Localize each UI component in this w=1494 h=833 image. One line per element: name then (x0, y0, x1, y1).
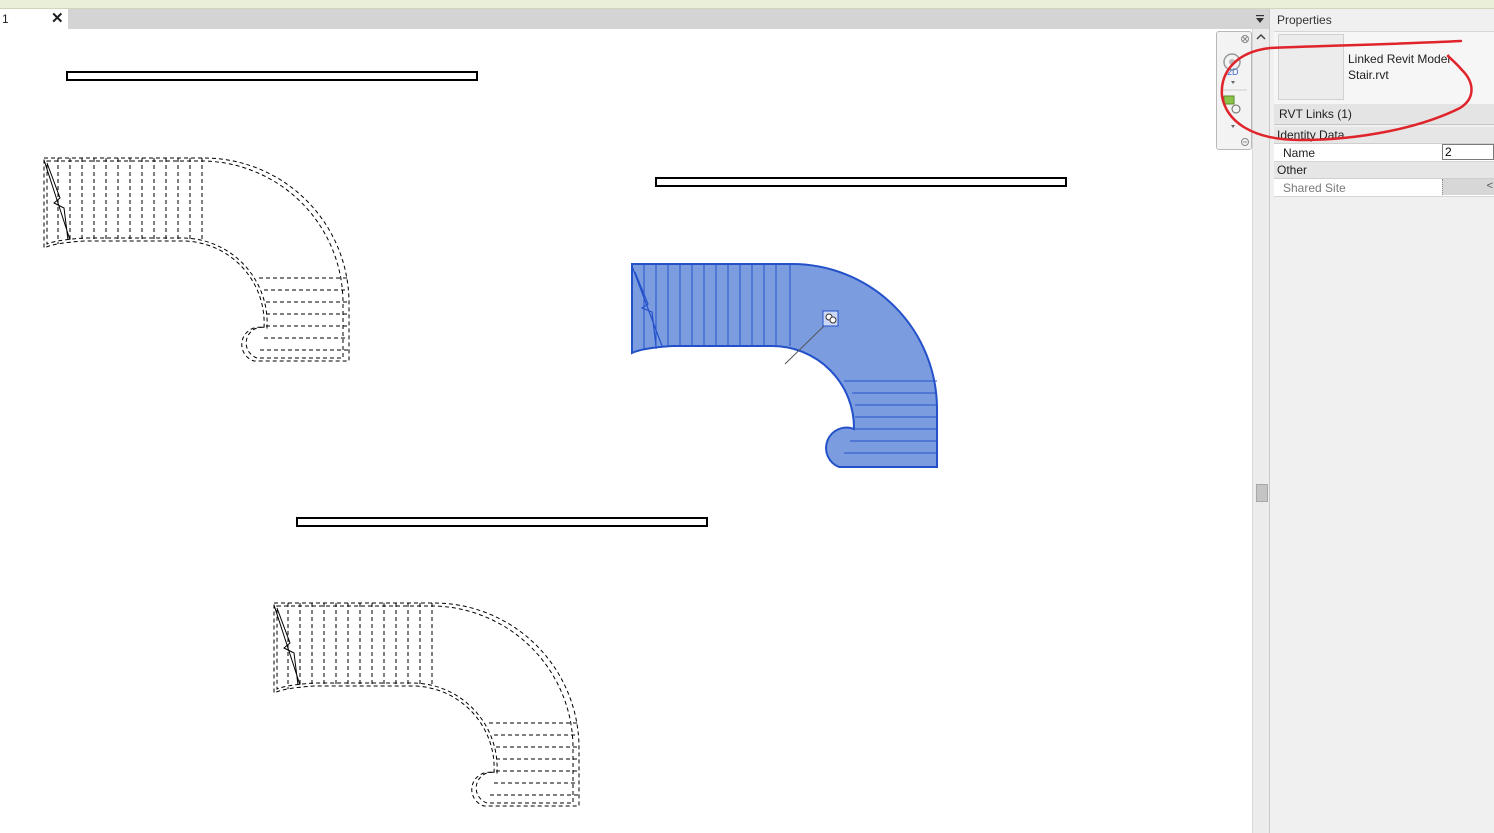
stair-linked-1[interactable] (43, 157, 350, 362)
wall-2[interactable] (655, 177, 1067, 187)
param-row-shared-site: Shared Site < (1274, 179, 1494, 197)
customize-icon[interactable] (1241, 138, 1249, 146)
group-label: Other (1277, 163, 1308, 177)
instance-filter-label: RVT Links (1) (1279, 107, 1352, 121)
param-label-shared-site: Shared Site (1283, 181, 1346, 195)
navigation-bar: 2D (1216, 31, 1252, 150)
zoom-region-icon[interactable] (1223, 95, 1241, 128)
group-other[interactable]: Other (1274, 162, 1494, 179)
close-icon[interactable] (1241, 35, 1249, 43)
wall-3[interactable] (296, 517, 708, 527)
wall-1[interactable] (66, 71, 478, 81)
shared-site-button-glyph: < (1486, 180, 1493, 192)
instance-filter-dropdown[interactable]: RVT Links (1) (1274, 104, 1494, 125)
type-selector[interactable]: Linked Revit Model Stair.rvt (1274, 31, 1494, 110)
group-label: Identity Data (1277, 128, 1345, 142)
view-tab-bar: 1 ✕ (0, 9, 1272, 29)
group-identity-data[interactable]: Identity Data (1274, 127, 1494, 144)
param-label-name: Name (1283, 146, 1316, 160)
type-preview-image (1278, 34, 1344, 100)
scroll-thumb[interactable] (1256, 484, 1268, 502)
close-tab-icon[interactable]: ✕ (51, 10, 64, 28)
properties-palette: Properties Linked Revit Model Stair.rvt … (1274, 9, 1494, 833)
view-tab-label: 1 (2, 12, 9, 26)
name-field[interactable] (1442, 144, 1494, 160)
plan-view[interactable] (0, 29, 1252, 833)
properties-title: Properties (1277, 13, 1332, 27)
vertical-scrollbar[interactable] (1252, 29, 1269, 833)
ribbon-edge (0, 0, 1494, 9)
dropdown-triangle-icon[interactable] (1254, 13, 1266, 25)
chevron-up-icon[interactable] (1256, 33, 1266, 41)
type-name-label: Stair.rvt (1348, 68, 1389, 82)
2d-wheel-icon[interactable]: 2D (1227, 67, 1239, 84)
shared-site-button[interactable]: < (1442, 179, 1494, 195)
type-family-label: Linked Revit Model (1348, 52, 1451, 66)
stair-selected[interactable] (631, 263, 938, 468)
param-row-name: Name (1274, 144, 1494, 162)
view-tab[interactable]: 1 ✕ (0, 9, 68, 29)
drawing-canvas[interactable] (0, 29, 1252, 833)
svg-text:2D: 2D (1227, 67, 1239, 77)
stair-linked-3[interactable] (273, 602, 580, 807)
